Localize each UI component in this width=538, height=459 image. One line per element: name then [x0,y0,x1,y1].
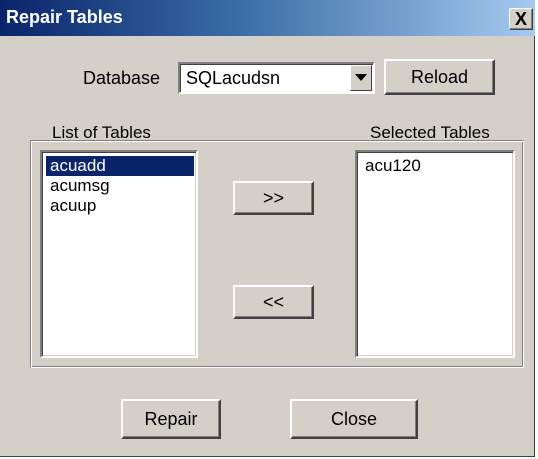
list-item[interactable]: acuadd [46,156,194,176]
selected-tables-list[interactable]: acu120 [355,150,515,358]
chevron-down-icon [355,74,367,81]
close-button[interactable]: Close [290,399,418,439]
close-window-button[interactable]: X [509,8,533,30]
close-button-label: Close [330,408,378,429]
list-item-label: acu120 [365,156,421,175]
close-icon: X [514,9,527,29]
dropdown-button[interactable] [350,65,372,91]
reload-button-label: Reload [410,66,469,87]
list-item-label: acumsg [50,176,110,195]
repair-tables-dialog: Repair Tables X Database SQLacudsn Reloa… [0,0,535,457]
add-table-button-label: >> [262,187,285,208]
title-bar[interactable]: Repair Tables X [0,0,535,36]
database-label: Database [83,68,161,88]
add-table-button[interactable]: >> [233,181,314,215]
available-tables-list[interactable]: acuadd acumsg acuup [40,150,198,358]
remove-table-button-label: << [262,291,285,312]
repair-button-label: Repair [144,408,198,429]
list-item[interactable]: acuup [46,196,194,216]
repair-button[interactable]: Repair [121,399,221,439]
list-item[interactable]: acu120 [361,156,511,176]
dialog-title: Repair Tables [6,7,123,27]
database-select[interactable]: SQLacudsn [178,62,375,94]
list-item-label: acuup [50,196,97,215]
list-item[interactable]: acumsg [46,176,194,196]
database-select-value: SQLacudsn [186,68,281,88]
reload-button[interactable]: Reload [384,59,495,95]
remove-table-button[interactable]: << [233,285,314,319]
list-item-label: acuadd [50,156,106,175]
